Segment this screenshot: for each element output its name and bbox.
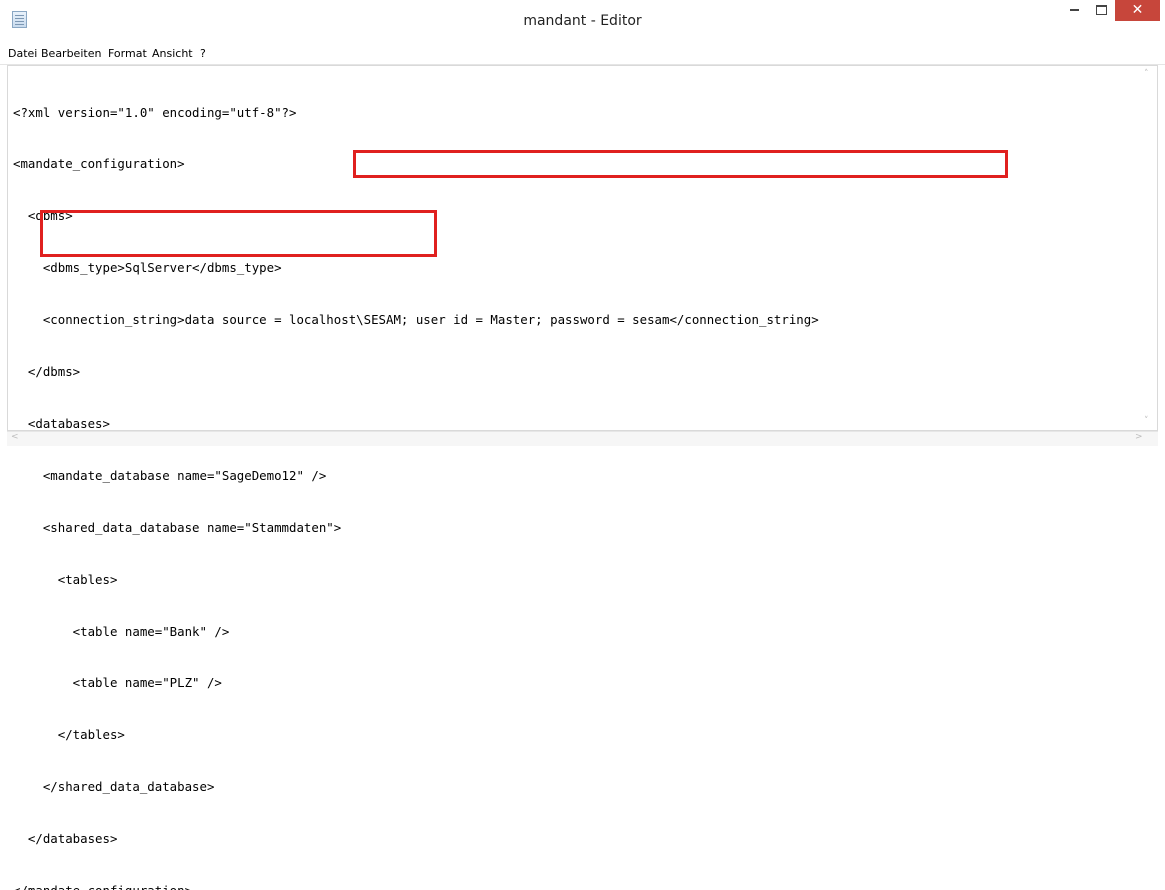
vertical-scrollbar[interactable]: ˄ ˅	[1140, 66, 1157, 430]
menu-bar: Datei Bearbeiten Format Ansicht ?	[0, 44, 1165, 65]
code-line: <tables>	[13, 571, 118, 587]
menu-format[interactable]: Format	[108, 47, 147, 60]
scroll-left-icon[interactable]: <	[11, 432, 19, 442]
scroll-up-icon[interactable]: ˄	[1144, 69, 1149, 79]
connection-string-highlight	[353, 150, 1008, 178]
code-line: </mandate_configuration>	[13, 882, 819, 890]
code-line: </databases>	[13, 831, 118, 847]
minimize-icon	[1069, 8, 1079, 11]
window-title: mandant - Editor	[523, 13, 642, 29]
menu-bearbeiten[interactable]: Bearbeiten	[41, 47, 101, 60]
menu-help[interactable]: ?	[200, 47, 206, 60]
maximize-button[interactable]	[1088, 0, 1115, 21]
code-line: <dbms_type>SqlServer</dbms_type>	[13, 260, 282, 276]
scroll-down-icon[interactable]: ˅	[1144, 416, 1149, 426]
code-line: <mandate_database name="SageDemo12" />	[13, 467, 327, 483]
close-button[interactable]: ✕	[1115, 0, 1160, 21]
maximize-icon	[1096, 4, 1107, 15]
code-line: </tables>	[13, 727, 125, 743]
code-line: <table name="Bank" />	[13, 623, 230, 639]
code-line: </shared_data_database>	[13, 779, 215, 795]
database-names-highlight	[40, 210, 437, 257]
minimize-button[interactable]	[1060, 0, 1088, 21]
menu-datei[interactable]: Datei	[8, 47, 37, 60]
horizontal-scrollbar[interactable]: < >	[7, 431, 1158, 446]
scroll-right-icon[interactable]: >	[1135, 432, 1143, 442]
code-line: <table name="PLZ" />	[13, 675, 222, 691]
code-line: <databases>	[13, 415, 110, 431]
code-line: <shared_data_database name="Stammdaten">	[13, 519, 342, 535]
file-content[interactable]: <?xml version="1.0" encoding="utf-8"?> <…	[13, 69, 819, 890]
code-line: <?xml version="1.0" encoding="utf-8"?>	[13, 104, 297, 120]
code-line: </dbms>	[13, 364, 81, 380]
menu-ansicht[interactable]: Ansicht	[152, 47, 193, 60]
title-bar: mandant - Editor ✕	[0, 0, 1165, 44]
code-line: <connection_string>data source = localho…	[13, 312, 819, 328]
